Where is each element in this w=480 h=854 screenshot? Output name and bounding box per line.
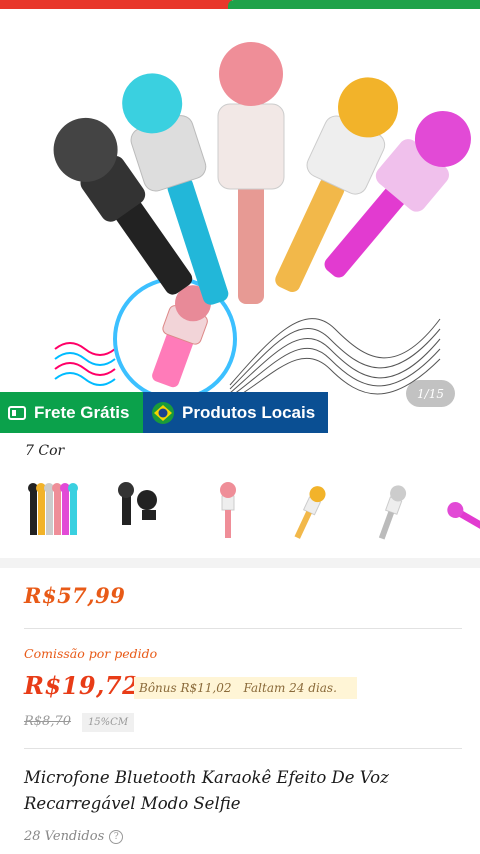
top-bar-right[interactable] — [228, 0, 480, 9]
variant-all-colors[interactable] — [22, 470, 92, 550]
variant-gold[interactable] — [284, 470, 354, 550]
variant-swatches — [0, 470, 480, 550]
free-shipping-label: Frete Grátis — [34, 402, 130, 422]
help-icon[interactable]: ? — [109, 829, 124, 844]
original-price: R$8,70 — [24, 714, 72, 729]
sold-count: 28 Vendidos ? — [24, 829, 124, 844]
top-bar — [0, 0, 480, 9]
variant-silver[interactable] — [366, 470, 436, 550]
product-image-gallery[interactable] — [0, 9, 480, 433]
sold-count-text: 28 Vendidos — [24, 829, 105, 844]
variant-count-label: 7 Cor — [25, 443, 65, 459]
divider — [24, 748, 462, 749]
commission-label: Comissão por pedido — [24, 646, 158, 661]
product-price: R$57,99 — [24, 583, 126, 608]
truck-icon — [8, 405, 26, 420]
free-shipping-badge: Frete Grátis — [0, 392, 143, 433]
promo-badges: Frete Grátis Produtos Locais — [0, 392, 328, 433]
commission-value: R$19,72 — [24, 671, 140, 700]
commission-rate-tag: 15%CM — [82, 713, 134, 732]
bonus-banner: Bônus R$11,02 Faltam 24 dias. — [134, 677, 357, 699]
top-bar-left[interactable] — [0, 0, 232, 9]
microphones-image — [53, 42, 471, 402]
variant-magenta[interactable] — [444, 470, 480, 550]
brazil-flag-icon — [152, 401, 174, 424]
divider — [24, 628, 462, 629]
local-products-badge: Produtos Locais — [143, 392, 328, 433]
image-pager: 1/15 — [406, 380, 455, 407]
deadline-text: Faltam 24 dias. — [243, 681, 337, 695]
local-products-label: Produtos Locais — [182, 402, 316, 422]
product-title: Microfone Bluetooth Karaokê Efeito De Vo… — [24, 768, 389, 813]
bonus-text: Bônus R$11,02 — [139, 681, 232, 695]
section-separator — [0, 558, 480, 568]
variant-pink[interactable] — [200, 470, 270, 550]
variant-black[interactable] — [110, 470, 180, 550]
